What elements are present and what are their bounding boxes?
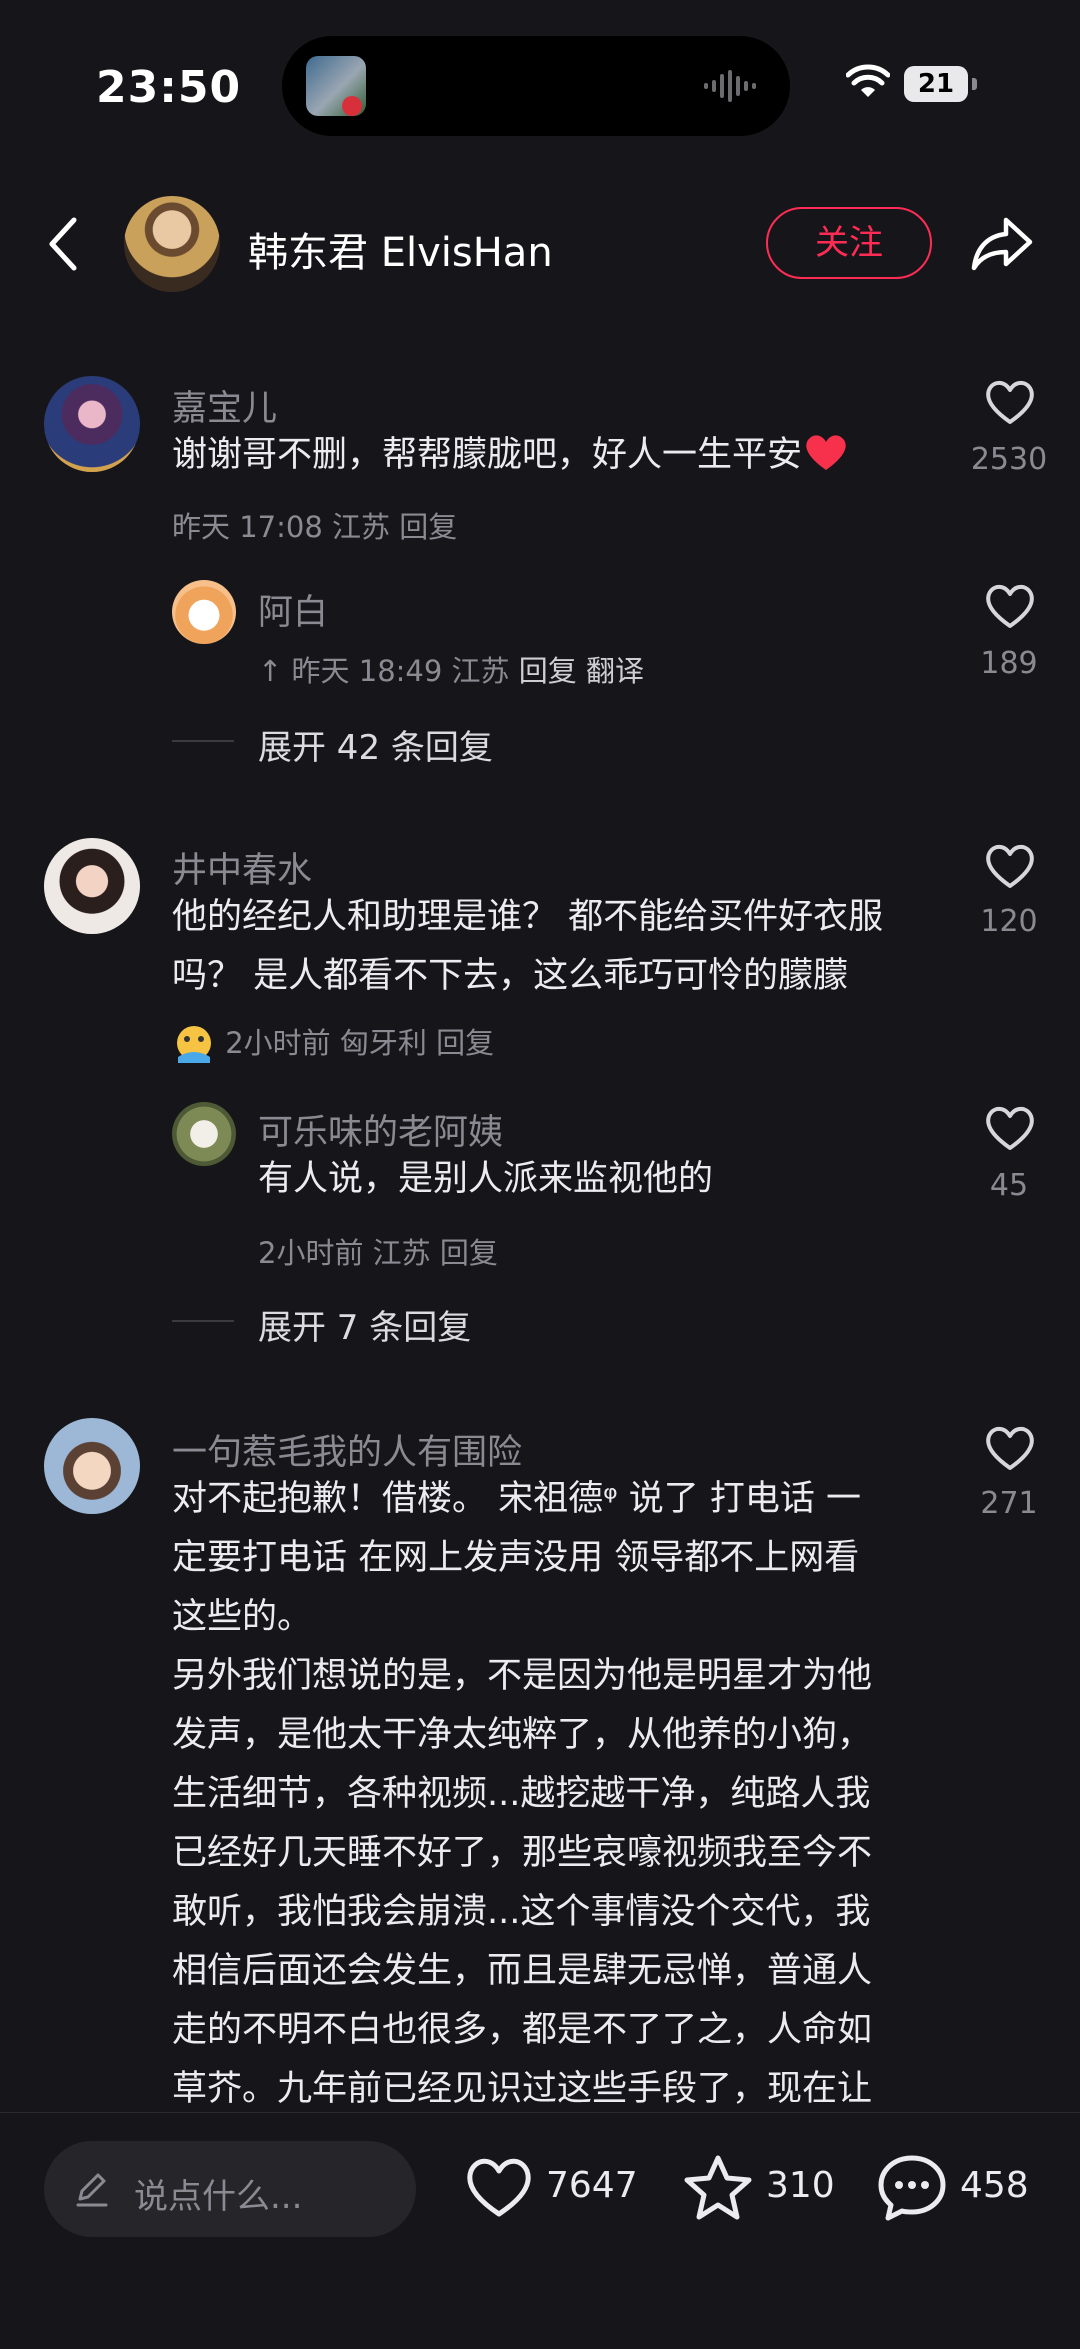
like-heart-icon[interactable] [978, 842, 1042, 890]
comment-item: 一句惹毛我的人有围险 对不起抱歉！借楼。 宋祖德ᵠ 说了 打电话 一 定要打电话… [0, 1418, 1080, 2118]
commenter-avatar[interactable] [44, 838, 140, 934]
share-icon[interactable] [970, 214, 1034, 272]
reply-button[interactable]: 回复 [399, 510, 457, 544]
comment-time-location: 昨天 17:08 江苏 [172, 510, 391, 544]
comment-text-line: 他的经纪人和助理是谁？ 都不能给买件好衣服 [172, 897, 884, 937]
reply-avatar[interactable] [172, 580, 236, 644]
reply-arrow-icon: ↑ [258, 654, 283, 688]
crying-face-emoji-icon [177, 1026, 211, 1063]
comment-text[interactable]: 对不起抱歉！借楼。 宋祖德ᵠ 说了 打电话 一 定要打电话 在网上发声没用 领导… [172, 1470, 928, 2119]
translate-button[interactable]: 翻译 [586, 654, 644, 688]
expand-replies-button[interactable]: 展开 42 条回复 [258, 720, 493, 769]
now-playing-app-icon [306, 56, 366, 116]
wifi-icon [846, 64, 890, 97]
like-heart-icon[interactable] [978, 1424, 1042, 1472]
commenter-name[interactable]: 嘉宝儿 [172, 380, 277, 431]
audio-wave-icon [704, 70, 756, 102]
commenter-name[interactable]: 一句惹毛我的人有围险 [172, 1424, 522, 1475]
like-count: 271 [980, 1486, 1038, 1521]
comment-text-line: 敢听，我怕我会崩溃...这个事情没个交代，我 [172, 1892, 871, 1932]
comment-item: 嘉宝儿 谢谢哥不删，帮帮朦胧吧，好人一生平安 昨天 17:08 江苏 回复 25… [0, 370, 1080, 790]
expand-divider [172, 1320, 234, 1322]
comment-time-location: 2小时前 匈牙利 [225, 1026, 427, 1060]
favorite-star-icon[interactable] [682, 2153, 754, 2221]
comment-text-line: 发声，是他太干净太纯粹了，从他养的小狗， [172, 1715, 873, 1755]
author-avatar[interactable] [124, 196, 220, 292]
expand-replies-button[interactable]: 展开 7 条回复 [258, 1300, 471, 1349]
dynamic-island[interactable] [282, 36, 790, 136]
comment-text-line: 走的不明不白也很多，都是不了了之，人命如 [172, 2010, 873, 2050]
battery-tip [972, 78, 977, 90]
comment-input[interactable]: 说点什么... [44, 2141, 416, 2237]
comment-text-line: 定要打电话 在网上发声没用 领导都不上网看 [172, 1538, 860, 1578]
reply-button[interactable]: 回复 [436, 1026, 494, 1060]
like-count: 2530 [970, 442, 1048, 477]
expand-divider [172, 740, 234, 742]
comment-text-line: 相信后面还会发生，而且是肆无忌惮，普通人 [172, 1951, 873, 1991]
like-heart-icon[interactable] [464, 2155, 534, 2219]
reply-meta: 2小时前 江苏 回复 [258, 1230, 498, 1272]
like-count: 189 [980, 646, 1038, 681]
comment-text-line: 已经好几天睡不好了，那些哀嚎视频我至今不 [172, 1833, 873, 1873]
follow-button[interactable]: 关注 [766, 207, 932, 279]
comment-text-content: 谢谢哥不删，帮帮朦胧吧，好人一生平安 [172, 435, 803, 475]
status-time: 23:50 [96, 62, 242, 113]
comment-text-line: 对不起抱歉！借楼。 宋祖德ᵠ 说了 打电话 一 [172, 1479, 862, 1519]
reply-user-name[interactable]: 阿白 [258, 584, 328, 635]
battery-indicator: 21 [904, 66, 968, 102]
author-name[interactable]: 韩东君 ElvisHan [248, 220, 553, 278]
reply-meta: ↑ 昨天 18:49 江苏 回复 翻译 [258, 648, 644, 690]
post-comment-count: 458 [960, 2165, 1029, 2206]
back-arrow-icon[interactable] [44, 214, 84, 274]
pencil-icon [76, 2173, 108, 2207]
reply-time-location: 2小时前 江苏 [258, 1236, 431, 1270]
commenter-avatar[interactable] [44, 1418, 140, 1514]
like-heart-icon[interactable] [978, 378, 1042, 426]
like-count: 120 [980, 904, 1038, 939]
like-count: 45 [989, 1168, 1029, 1203]
comment-text-line: 这些的。 [172, 1597, 313, 1637]
commenter-name[interactable]: 井中春水 [172, 842, 312, 893]
reply-time-location: 昨天 18:49 江苏 [291, 654, 510, 688]
comment-bubble-icon[interactable] [876, 2153, 948, 2223]
reply-avatar[interactable] [172, 1102, 236, 1166]
reply-button[interactable]: 回复 [440, 1236, 498, 1270]
red-heart-emoji-icon [806, 435, 846, 470]
like-heart-icon[interactable] [978, 1104, 1042, 1152]
reply-button[interactable]: 回复 [519, 654, 577, 688]
comment-text[interactable]: 谢谢哥不删，帮帮朦胧吧，好人一生平安 [172, 426, 928, 485]
reply-text[interactable]: 有人说，是别人派来监视他的 [258, 1150, 918, 1209]
comment-text[interactable]: 他的经纪人和助理是谁？ 都不能给买件好衣服 吗？ 是人都看不下去，这么乖巧可怜的… [172, 888, 928, 1006]
comment-meta: 2小时前 匈牙利 回复 [172, 1020, 494, 1063]
like-heart-icon[interactable] [978, 582, 1042, 630]
comment-text-line: 吗？ 是人都看不下去，这么乖巧可怜的朦朦 [172, 956, 849, 996]
commenter-avatar[interactable] [44, 376, 140, 472]
post-favorite-count: 310 [766, 2165, 835, 2206]
comment-text-line: 草芥。九年前已经见识过这些手段了，现在让 [172, 2069, 873, 2109]
comment-text-line: 另外我们想说的是，不是因为他是明星才为他 [172, 1656, 873, 1696]
comment-input-placeholder: 说点什么... [134, 2177, 303, 2217]
comment-meta: 昨天 17:08 江苏 回复 [172, 504, 457, 546]
comment-text-line: 生活细节，各种视频...越挖越干净，纯路人我 [172, 1774, 871, 1814]
reply-user-name[interactable]: 可乐味的老阿姨 [258, 1104, 503, 1155]
post-like-count: 7647 [546, 2165, 638, 2206]
bottom-action-bar: 说点什么... 7647 310 458 [0, 2112, 1080, 2349]
comment-item: 井中春水 他的经纪人和助理是谁？ 都不能给买件好衣服 吗？ 是人都看不下去，这么… [0, 838, 1080, 1348]
